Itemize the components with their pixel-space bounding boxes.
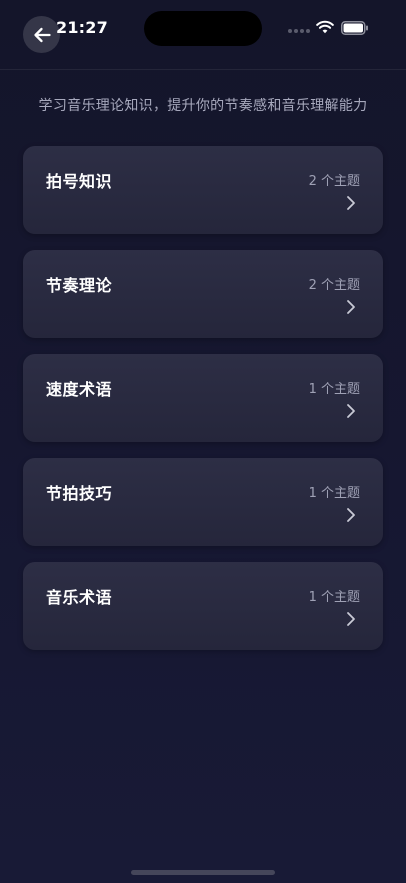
signal-icon: [288, 29, 312, 35]
category-card-beat-skills[interactable]: 节拍技巧 1 个主题: [23, 458, 383, 546]
page-subtitle: 学习音乐理论知识，提升你的节奏感和音乐理解能力: [38, 98, 368, 114]
category-card-tempo-terms[interactable]: 速度术语 1 个主题: [23, 354, 383, 442]
chevron-right-icon: [347, 612, 355, 626]
category-title: 节奏理论: [46, 276, 113, 295]
battery-icon: [341, 21, 368, 35]
arrow-left-icon: [33, 27, 51, 42]
category-list: 拍号知识 2 个主题 节奏理论 2 个主题 速度术语 1 个主题 节拍技巧 1 …: [23, 146, 383, 666]
category-card-music-terms[interactable]: 音乐术语 1 个主题: [23, 562, 383, 650]
wifi-icon: [316, 20, 334, 34]
back-button[interactable]: [23, 16, 60, 53]
dynamic-island: [144, 11, 262, 46]
home-indicator: [131, 870, 275, 875]
category-card-time-signature[interactable]: 拍号知识 2 个主题: [23, 146, 383, 234]
topic-count: 2 个主题: [308, 278, 360, 293]
chevron-right-icon: [347, 300, 355, 314]
category-title: 节拍技巧: [46, 484, 113, 503]
topic-count: 1 个主题: [308, 486, 360, 501]
chevron-right-icon: [347, 196, 355, 210]
category-title: 拍号知识: [46, 172, 113, 191]
header-divider: [0, 69, 406, 70]
topic-count: 2 个主题: [308, 174, 360, 189]
category-title: 音乐术语: [46, 588, 113, 607]
topic-count: 1 个主题: [308, 382, 360, 397]
chevron-right-icon: [347, 508, 355, 522]
topic-count: 1 个主题: [308, 590, 360, 605]
status-time: 21:27: [56, 18, 108, 37]
category-title: 速度术语: [46, 380, 113, 399]
chevron-right-icon: [347, 404, 355, 418]
category-card-rhythm-theory[interactable]: 节奏理论 2 个主题: [23, 250, 383, 338]
status-bar: 21:27: [0, 0, 406, 60]
